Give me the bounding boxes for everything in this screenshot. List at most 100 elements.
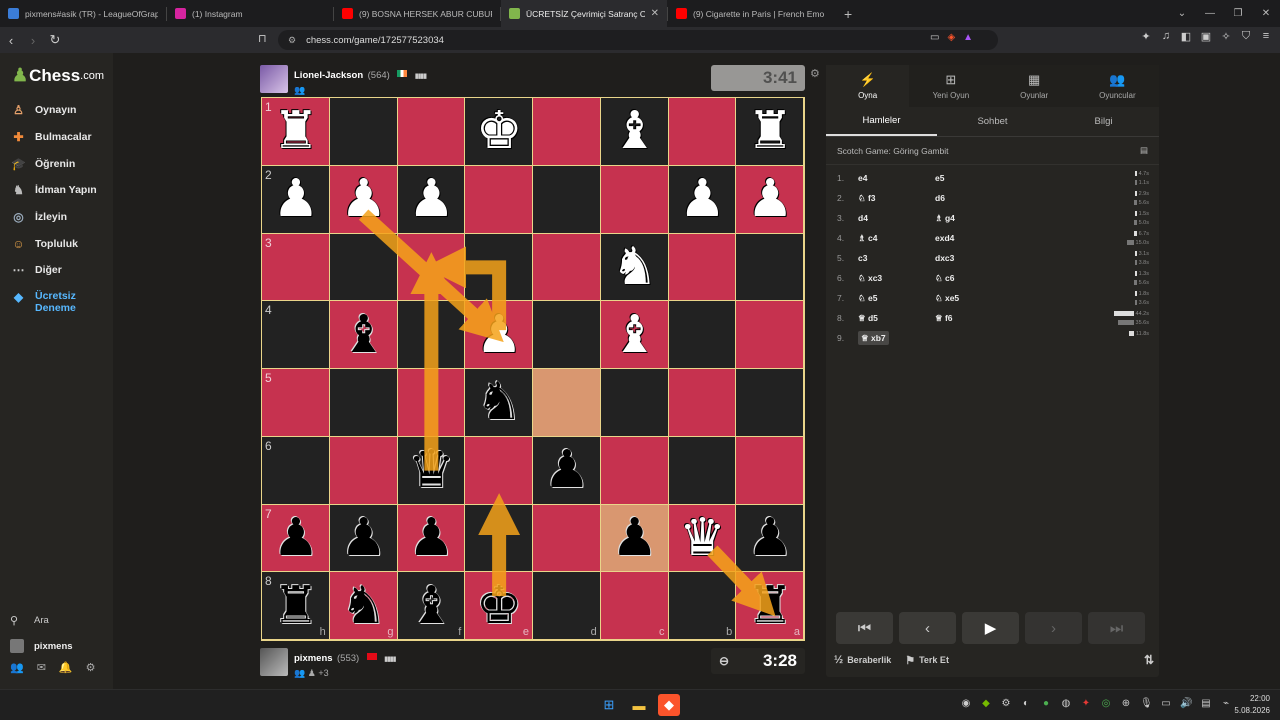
board-square[interactable] — [533, 301, 600, 368]
sidebar-item-öğrenin[interactable]: 🎓 Öğrenin — [0, 150, 113, 177]
board-square[interactable] — [600, 165, 668, 233]
board-square[interactable] — [533, 165, 600, 233]
forward-icon[interactable]: › — [22, 33, 44, 48]
board-square[interactable] — [329, 98, 397, 165]
maximize-icon[interactable]: ❐ — [1224, 8, 1252, 19]
black-move[interactable]: ♗ g4 — [935, 213, 1012, 224]
browser-tab[interactable]: ÜCRETSİZ Çevrimiçi Satranç Oyna✕ — [501, 0, 667, 27]
previous-move-button[interactable]: ‹ — [899, 612, 956, 644]
white-move[interactable]: ♘ xc3 — [858, 273, 935, 284]
messages-icon[interactable]: ✉ — [37, 661, 46, 674]
black-rook[interactable]: ♜ — [262, 572, 330, 640]
bottom-player-avatar[interactable] — [260, 648, 288, 676]
board-square[interactable] — [668, 301, 736, 368]
chess-board[interactable]: abcdefg8h7654321 ♜ ♚ ♝ ♜ ♟ ♟ ♟ ♟ ♟ ♞ ♝ ♟ ♝ ♞ ♛ ♟ ♟ ♟ ♟ ♟ ♛ ♟ ♜… — [261, 97, 805, 641]
sidebar-item-i̇zleyin[interactable]: ◎ İzleyin — [0, 204, 113, 231]
music-icon[interactable]: ♫ — [1160, 30, 1172, 43]
notifications-icon[interactable]: 🔔 — [59, 661, 73, 674]
black-rook[interactable]: ♜ — [736, 572, 804, 640]
black-move[interactable]: d6 — [935, 193, 1012, 203]
wallet-icon[interactable]: ▣ — [1200, 30, 1212, 43]
black-pawn[interactable]: ♟ — [262, 505, 330, 573]
black-move[interactable]: e5 — [935, 173, 1012, 183]
black-knight[interactable]: ♞ — [465, 369, 533, 437]
black-move[interactable]: ♘ xe5 — [935, 293, 1012, 304]
board-square[interactable] — [600, 436, 668, 504]
white-bishop[interactable]: ♝ — [601, 98, 669, 166]
board-square[interactable]: 5 — [262, 369, 329, 436]
board-square[interactable]: 6 — [262, 436, 329, 504]
white-move[interactable]: ♕ xb7 — [858, 330, 935, 345]
board-square[interactable]: b — [668, 572, 736, 639]
next-move-button[interactable]: › — [1025, 612, 1082, 644]
tray-game-icon[interactable]: ◍ — [1060, 698, 1072, 709]
board-square[interactable] — [736, 301, 803, 368]
extensions-icon[interactable]: ✦ — [1140, 30, 1152, 43]
tab-list-icon[interactable]: ⌄ — [1168, 8, 1196, 19]
microphone-icon[interactable]: 🎙 — [1140, 698, 1153, 709]
board-square[interactable] — [668, 98, 736, 165]
tray-riot-icon[interactable]: ✦ — [1080, 698, 1092, 709]
board-square[interactable] — [668, 436, 736, 504]
subtab-sohbet[interactable]: Sohbet — [937, 107, 1048, 136]
subtab-hamleler[interactable]: Hamleler — [826, 107, 937, 136]
black-bishop[interactable]: ♝ — [398, 572, 466, 640]
black-king[interactable]: ♚ — [465, 572, 533, 640]
sidebar-item-free-trial[interactable]: ◆ Ücretsiz Deneme — [0, 284, 113, 320]
white-king[interactable]: ♚ — [465, 98, 533, 166]
board-square[interactable] — [533, 369, 600, 436]
board-square[interactable] — [329, 436, 397, 504]
resign-button[interactable]: ⚑ Terk Et — [905, 654, 949, 667]
sidebar-item-oynayın[interactable]: ♙ Oynayın — [0, 97, 113, 124]
board-square[interactable] — [465, 504, 532, 572]
browser-tab[interactable]: (9) Cigarette in Paris | French Emo — [668, 0, 834, 27]
bookmark-icon[interactable]: ⊓ — [258, 32, 267, 45]
black-bishop[interactable]: ♝ — [330, 301, 398, 369]
board-settings-icon[interactable]: ⚙ — [810, 67, 820, 80]
draw-button[interactable]: ½ Beraberlik — [834, 654, 891, 666]
top-player-name[interactable]: Lionel-Jackson — [294, 70, 363, 81]
white-move[interactable]: c3 — [858, 253, 935, 263]
white-move[interactable]: e4 — [858, 173, 935, 183]
leo-icon[interactable]: ✧ — [1220, 30, 1232, 43]
board-square[interactable]: 4 — [262, 301, 329, 368]
profile-link[interactable]: pixmens — [10, 633, 110, 659]
windows-start-icon[interactable]: ⊞ — [598, 694, 620, 716]
board-square[interactable] — [465, 165, 532, 233]
white-bishop[interactable]: ♝ — [601, 301, 669, 369]
white-move[interactable]: d4 — [858, 213, 935, 223]
tray-xbox-icon[interactable]: ◎ — [1100, 698, 1112, 709]
white-move[interactable]: ♘ f3 — [858, 193, 935, 204]
minimize-icon[interactable]: — — [1196, 8, 1224, 19]
board-square[interactable]: 3 — [262, 233, 329, 301]
tab-oyna[interactable]: ⚡ Oyna — [826, 65, 910, 107]
nvidia-icon[interactable]: ◆ — [980, 698, 992, 709]
board-square[interactable]: d — [533, 572, 600, 639]
sidebar-item-diğer[interactable]: ⋯ Diğer — [0, 257, 113, 284]
tray-green-icon[interactable]: ● — [1040, 698, 1052, 709]
tab-oyunlar[interactable]: ▦ Oyunlar — [993, 65, 1076, 107]
black-move[interactable]: ♘ c6 — [935, 273, 1012, 284]
usb-icon[interactable]: ⌁ — [1220, 698, 1232, 709]
board-square[interactable] — [533, 233, 600, 301]
board-square[interactable] — [736, 436, 803, 504]
book-icon[interactable]: ▤ — [1140, 145, 1148, 156]
black-move[interactable]: dxc3 — [935, 253, 1012, 263]
white-move[interactable]: ♕ d5 — [858, 313, 935, 324]
board-square[interactable] — [736, 369, 803, 436]
board-square[interactable] — [397, 301, 465, 368]
white-pawn[interactable]: ♟ — [736, 166, 804, 234]
board-square[interactable] — [397, 98, 465, 165]
network-icon[interactable]: ▤ — [1200, 698, 1212, 709]
board-square[interactable] — [736, 233, 803, 301]
browser-tab[interactable]: pixmens#asik (TR) - LeagueOfGraphs — [0, 0, 166, 27]
board-square[interactable] — [533, 504, 600, 572]
board-square[interactable] — [668, 233, 736, 301]
browser-tab[interactable]: (9) BOSNA HERSEK ABUR CUBURLAR — [334, 0, 500, 27]
white-pawn[interactable]: ♟ — [262, 166, 330, 234]
black-move[interactable]: ♕ f6 — [935, 313, 1012, 324]
flip-board-icon[interactable]: ⇅ — [1144, 653, 1154, 667]
address-bar[interactable]: ⚙ chess.com/game/172577523034 — [278, 30, 998, 50]
menu-icon[interactable]: ≡ — [1260, 30, 1272, 43]
black-pawn[interactable]: ♟ — [736, 505, 804, 573]
